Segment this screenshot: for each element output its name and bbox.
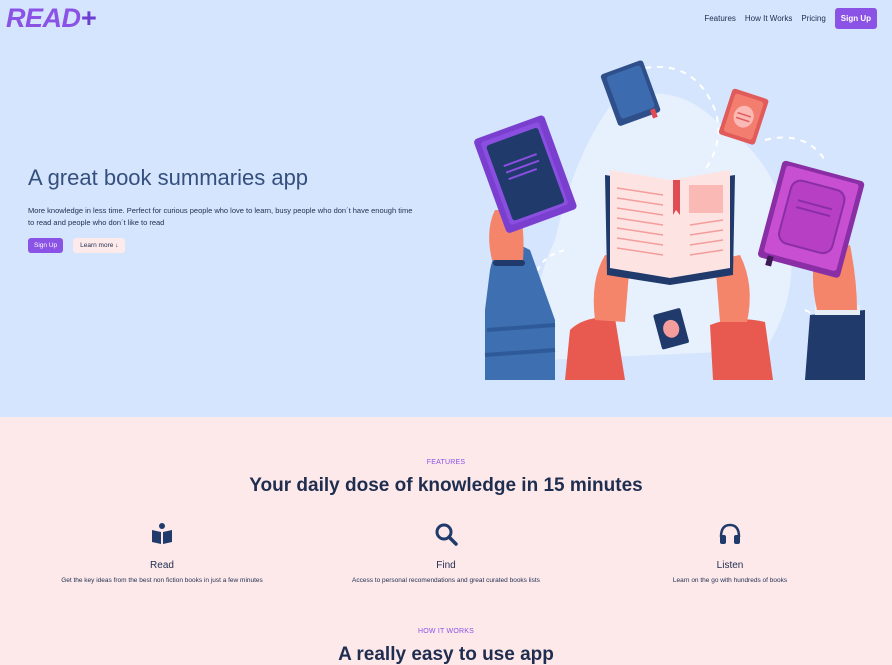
features-label: FEATURES (426, 459, 466, 466)
hero-section: READ+ Features How It Works Pricing Sign… (0, 0, 892, 417)
nav-link-features[interactable]: Features (704, 14, 736, 23)
nav-link-pricing[interactable]: Pricing (801, 14, 825, 23)
nav-link-how-it-works[interactable]: How It Works (745, 14, 792, 23)
feature-find-desc: Access to personal recomendations and gr… (352, 577, 540, 584)
headphones-icon (719, 523, 741, 544)
hero-title: A great book summaries app (28, 165, 309, 190)
learn-more-button[interactable]: Learn more ↓ (73, 238, 126, 253)
feature-listen: Listen Learn on the go with hundreds of … (600, 522, 860, 584)
feature-find: Find Access to personal recomendations a… (316, 522, 576, 584)
hero-description: More knowledge in less time. Perfect for… (28, 206, 413, 227)
feature-read-desc: Get the key ideas from the best non fict… (61, 577, 263, 584)
how-it-works-label: HOW IT WORKS (418, 628, 474, 635)
book-icon (152, 523, 172, 544)
logo[interactable]: READ+ (6, 3, 96, 34)
search-icon (435, 523, 458, 546)
top-nav: Features How It Works Pricing Sign Up (704, 8, 877, 29)
features-title: Your daily dose of knowledge in 15 minut… (249, 475, 643, 496)
hero-illustration (474, 60, 865, 380)
feature-read: Read Get the key ideas from the best non… (32, 522, 292, 584)
how-it-works-title: A really easy to use app (338, 644, 554, 665)
header-signup-button[interactable]: Sign Up (834, 8, 877, 29)
feature-listen-desc: Learn on the go with hundreds of books (672, 577, 788, 584)
feature-read-name: Read (150, 560, 174, 571)
feature-find-name: Find (436, 560, 456, 571)
feature-listen-name: Listen (716, 560, 744, 571)
hero-signup-button[interactable]: Sign Up (28, 238, 64, 253)
hero-buttons: Sign Up Learn more ↓ (28, 238, 126, 253)
